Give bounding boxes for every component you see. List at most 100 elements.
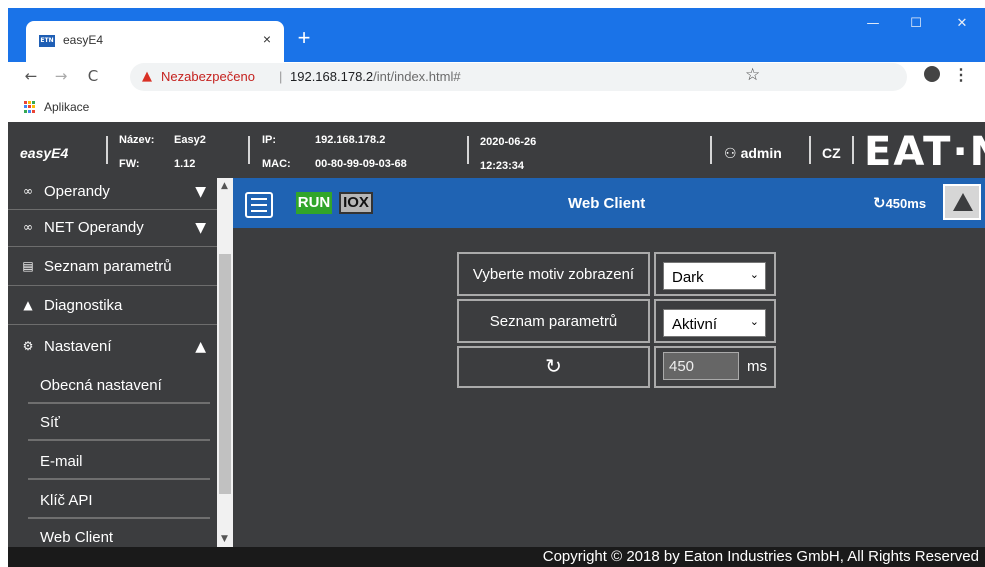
- user-icon: ⚇: [724, 146, 737, 162]
- app-name: easyE4: [20, 145, 69, 161]
- param-select-cell: Aktivní ⌄: [654, 299, 776, 343]
- chevron-down-icon: ⌄: [749, 315, 759, 328]
- bookmark-star-icon[interactable]: ☆: [745, 65, 760, 85]
- device-name-label: Název:: [119, 134, 155, 146]
- sidebar-item-label: Nastavení: [44, 338, 112, 355]
- header-divider: [467, 136, 469, 164]
- warning-icon: ▲: [23, 298, 33, 312]
- browser-menu-icon[interactable]: ⋮: [953, 65, 969, 85]
- sidebar-subitem-api-key[interactable]: Klíč API: [8, 482, 217, 519]
- param-select[interactable]: Aktivní ⌄: [663, 309, 766, 337]
- sidebar-subitem-label: E-mail: [40, 453, 83, 470]
- chevron-up-icon: ▲: [195, 339, 206, 355]
- app-header: easyE4 Název: Easy2 FW: 1.12 IP: 192.168…: [8, 122, 985, 178]
- refresh-rate-indicator: ↻450ms: [873, 194, 926, 212]
- refresh-label-cell: ↻: [457, 346, 650, 388]
- sidebar-item-parameters[interactable]: ▤ Seznam parametrů: [8, 249, 217, 286]
- sidebar-item-label: Diagnostika: [44, 297, 123, 314]
- account-icon[interactable]: [924, 66, 940, 82]
- apps-grid-icon[interactable]: [24, 101, 36, 113]
- eaton-logo: EAT·N: [864, 129, 985, 175]
- hamburger-menu-icon[interactable]: [245, 192, 273, 218]
- insecure-label[interactable]: Nezabezpečeno: [161, 69, 255, 84]
- address-bar[interactable]: ▲ Nezabezpečeno | 192.168.178.2/int/inde…: [130, 63, 907, 91]
- mac-label: MAC:: [262, 158, 291, 170]
- header-divider: [106, 136, 108, 164]
- url-text[interactable]: 192.168.178.2/int/index.html#: [290, 69, 461, 84]
- sidebar-subitem-general[interactable]: Obecná nastavení: [8, 367, 217, 404]
- chevron-down-icon: ▼: [195, 184, 206, 200]
- maximize-button[interactable]: ☐: [898, 12, 934, 36]
- theme-select[interactable]: Dark ⌄: [663, 262, 766, 290]
- close-window-button[interactable]: ✕: [944, 12, 980, 36]
- chevron-down-icon: ▼: [195, 220, 206, 236]
- sidebar-subitem-label: Obecná nastavení: [40, 377, 162, 394]
- sidebar-item-label: Seznam parametrů: [44, 258, 172, 275]
- sidebar-item-operandy[interactable]: ∞ Operandy ▼: [8, 178, 217, 210]
- sidebar: ∞ Operandy ▼ ∞ NET Operandy ▼ ▤ Seznam p…: [8, 178, 217, 547]
- main-panel: RUN IOX Web Client ↻450ms Vyberte motiv …: [233, 178, 985, 547]
- header-divider: [852, 136, 854, 164]
- fw-label: FW:: [119, 158, 140, 170]
- browser-toolbar: ← → C ▲ Nezabezpečeno | 192.168.178.2/in…: [8, 62, 985, 92]
- new-tab-button[interactable]: +: [292, 26, 316, 50]
- reload-icon[interactable]: C: [82, 65, 104, 87]
- footer-copyright: Copyright © 2018 by Eaton Industries Gmb…: [8, 547, 985, 567]
- sidebar-item-label: Operandy: [44, 183, 110, 200]
- ip-label: IP:: [262, 134, 277, 146]
- username: admin: [740, 145, 782, 161]
- apps-bookmark[interactable]: Aplikace: [44, 100, 89, 114]
- fw-value: 1.12: [174, 158, 196, 170]
- forward-arrow-icon[interactable]: →: [50, 65, 72, 87]
- sidebar-item-label: NET Operandy: [44, 219, 144, 236]
- device-name-value: Easy2: [174, 134, 206, 146]
- sidebar-item-diagnostics[interactable]: ▲ Diagnostika: [8, 288, 217, 325]
- scroll-thumb[interactable]: [219, 254, 231, 494]
- sidebar-subitem-web-client[interactable]: Web Client: [8, 519, 217, 547]
- iox-status-badge: IOX: [339, 192, 373, 214]
- scroll-up-icon[interactable]: ▲: [221, 181, 228, 191]
- param-label-cell: Seznam parametrů: [457, 299, 650, 343]
- sidebar-item-net-operandy[interactable]: ∞ NET Operandy ▼: [8, 210, 217, 247]
- mac-value: 00-80-99-09-03-68: [315, 158, 407, 170]
- header-divider: [710, 136, 712, 164]
- gear-icon: ⚙: [22, 339, 34, 353]
- sidebar-subitem-label: Web Client: [40, 529, 114, 546]
- divider: [28, 478, 210, 480]
- theme-label-cell: Vyberte motiv zobrazení: [457, 252, 650, 296]
- refresh-icon: ↻: [545, 354, 562, 378]
- url-separator: |: [279, 69, 283, 84]
- url-path: /int/index.html#: [373, 69, 461, 84]
- refresh-icon: ↻: [873, 194, 886, 212]
- tab-close-icon[interactable]: ×: [258, 30, 276, 48]
- ip-value: 192.168.178.2: [315, 134, 386, 146]
- language-selector[interactable]: CZ: [822, 145, 841, 161]
- divider: [28, 439, 210, 441]
- sidebar-subitem-email[interactable]: E-mail: [8, 443, 217, 480]
- sidebar-subitem-network[interactable]: Síť: [8, 404, 217, 441]
- refresh-unit: ms: [747, 358, 767, 375]
- scroll-top-button[interactable]: [943, 184, 981, 220]
- param-label: Seznam parametrů: [489, 313, 618, 330]
- scroll-down-icon[interactable]: ▼: [221, 534, 228, 544]
- user-menu[interactable]: ⚇ admin: [724, 145, 782, 162]
- eaton-favicon-icon: ETN: [39, 35, 55, 47]
- top-bar: RUN IOX Web Client ↻450ms: [233, 178, 985, 228]
- refresh-rate-label: 450ms: [885, 196, 927, 211]
- theme-select-value: Dark: [672, 269, 704, 286]
- bookmarks-bar: Aplikace: [8, 92, 985, 122]
- chevron-down-icon: ⌄: [749, 268, 759, 281]
- refresh-rate-input[interactable]: 450: [663, 352, 739, 380]
- back-arrow-icon[interactable]: ←: [20, 65, 42, 87]
- sidebar-subitem-label: Klíč API: [40, 492, 93, 509]
- browser-tab[interactable]: ETN easyE4 ×: [26, 21, 284, 62]
- warning-icon: ▲: [142, 69, 152, 84]
- refresh-rate-value: 450: [669, 358, 695, 375]
- sidebar-scrollbar[interactable]: ▲ ▼: [217, 178, 233, 547]
- param-select-value: Aktivní: [672, 316, 718, 333]
- minimize-button[interactable]: —: [855, 12, 891, 36]
- run-status-badge: RUN: [296, 192, 332, 214]
- sidebar-item-settings[interactable]: ⚙ Nastavení ▲: [8, 329, 217, 366]
- theme-label: Vyberte motiv zobrazení: [472, 266, 635, 283]
- date-value: 2020-06-26: [480, 136, 537, 148]
